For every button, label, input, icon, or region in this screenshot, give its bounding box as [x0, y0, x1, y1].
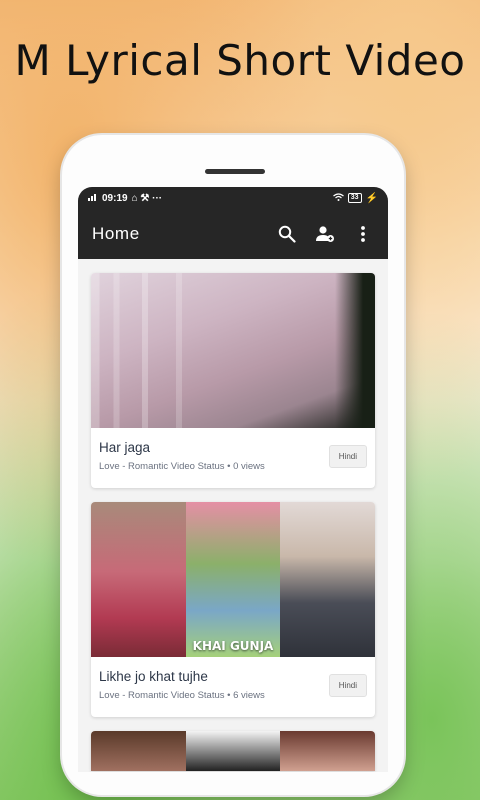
thumbnail-overlay-text: KHAI GUNJA [192, 639, 274, 653]
signal-icon [88, 193, 98, 204]
language-badge[interactable]: Hindi [328, 444, 367, 468]
video-card[interactable]: KHAI GUNJA Likhe jo khat tujhe Love - Ro… [91, 502, 375, 717]
wifi-icon [332, 192, 344, 204]
more-vert-icon[interactable] [352, 223, 374, 245]
add-user-icon[interactable] [314, 223, 336, 245]
video-feed: Har jaga Love - Romantic Video Status • … [78, 259, 388, 771]
app-screen: 09:19 ⌂ ⚒ ··· 33 ⚡ Home Har jaga Love - … [78, 187, 388, 772]
video-thumbnail[interactable] [91, 731, 375, 771]
video-meta: Love - Romantic Video Status • 0 views [99, 461, 265, 472]
video-thumbnail[interactable] [91, 273, 375, 428]
charging-icon: ⚡ [365, 192, 378, 204]
video-thumbnail[interactable]: KHAI GUNJA [91, 502, 375, 657]
video-meta: Love - Romantic Video Status • 6 views [99, 690, 265, 701]
status-bar: 09:19 ⌂ ⚒ ··· 33 ⚡ [78, 187, 388, 209]
phone-frame: 09:19 ⌂ ⚒ ··· 33 ⚡ Home Har jaga Love - … [62, 135, 404, 795]
battery-level: 33 [347, 193, 362, 203]
phone-speaker [205, 169, 265, 174]
status-time: 09:19 [102, 192, 128, 204]
page-title: Home [92, 224, 140, 243]
language-badge[interactable]: Hindi [328, 673, 367, 697]
app-bar: Home [78, 209, 388, 259]
video-title[interactable]: Likhe jo khat tujhe [99, 669, 265, 684]
search-icon[interactable] [276, 223, 298, 245]
video-card[interactable]: Har jaga Love - Romantic Video Status • … [91, 273, 375, 488]
video-card[interactable] [91, 731, 375, 771]
video-title[interactable]: Har jaga [99, 440, 265, 455]
promo-headline: M Lyrical Short Video [14, 36, 466, 85]
notification-icon: ⌂ ⚒ ··· [131, 192, 163, 204]
